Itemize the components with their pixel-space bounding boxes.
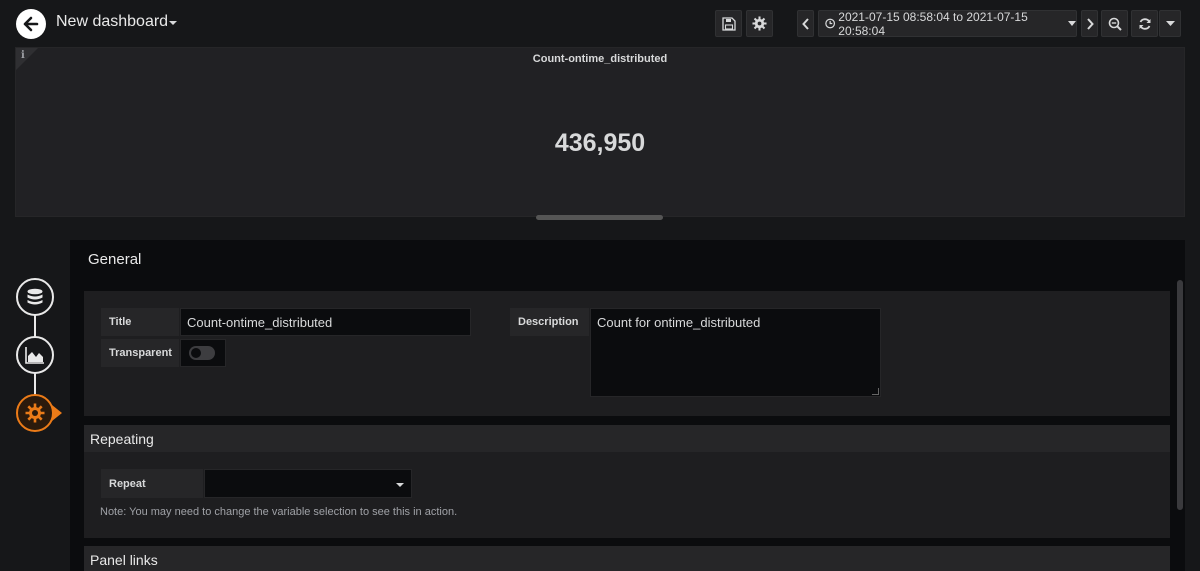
panel-title[interactable]: Count-ontime_distributed [16, 53, 1184, 65]
stat-panel: i Count-ontime_distributed 436,950 [15, 47, 1185, 217]
visualization-tab[interactable] [16, 336, 54, 374]
repeating-section-header[interactable]: Repeating [84, 425, 1170, 452]
top-navbar: New dashboard 2021-07-15 08:58:04 to 202… [0, 0, 1200, 47]
area-chart-icon [25, 347, 44, 364]
description-textarea[interactable]: Count for ontime_distributed [590, 308, 881, 397]
time-range-label: 2021-07-15 08:58:04 to 2021-07-15 20:58:… [838, 9, 1028, 38]
repeat-label: Repeat [101, 469, 203, 498]
title-label: Title [101, 308, 179, 336]
transparent-label: Transparent [101, 339, 179, 367]
refresh-icon [1139, 17, 1150, 30]
caret-down-icon[interactable] [169, 21, 177, 25]
resize-grip-icon[interactable] [872, 388, 879, 395]
scrollbar-thumb[interactable] [1177, 280, 1183, 510]
toggle-knob [191, 348, 201, 358]
queries-tab[interactable] [16, 278, 54, 316]
panel-links-section-header[interactable]: Panel links [84, 546, 1170, 571]
dashboard-title[interactable]: New dashboard [56, 13, 168, 31]
save-icon [721, 16, 736, 31]
dashboard-settings-button[interactable] [746, 10, 773, 37]
active-tab-arrow [52, 405, 62, 421]
description-label: Description [510, 308, 589, 336]
caret-down-icon [1068, 21, 1076, 26]
caret-down-icon [1165, 20, 1175, 26]
zoom-out-button[interactable] [1101, 10, 1128, 37]
description-text: Count for ontime_distributed [597, 315, 761, 330]
repeat-select[interactable] [204, 469, 412, 498]
zoom-out-icon [1108, 17, 1122, 31]
repeat-note: Note: You may need to change the variabl… [100, 506, 458, 518]
time-shift-forward-button[interactable] [1081, 10, 1098, 37]
back-arrow-icon[interactable] [16, 9, 46, 39]
repeating-heading: Repeating [90, 430, 154, 447]
title-input[interactable]: Count-ontime_distributed [180, 308, 471, 336]
time-range-picker[interactable]: 2021-07-15 08:58:04 to 2021-07-15 20:58:… [818, 9, 1077, 38]
transparent-toggle[interactable] [189, 346, 215, 360]
panel-resize-handle[interactable] [536, 215, 663, 220]
chevron-right-icon [1086, 17, 1094, 30]
general-tab[interactable] [16, 394, 54, 432]
settings-gear-icon [752, 16, 767, 31]
refresh-interval-dropdown[interactable] [1159, 10, 1181, 37]
time-shift-back-button[interactable] [797, 10, 814, 37]
general-heading: General [88, 251, 142, 268]
database-icon [27, 288, 43, 305]
stat-value: 436,950 [554, 129, 646, 157]
panel-links-heading: Panel links [90, 551, 158, 568]
clock-icon [825, 18, 836, 29]
caret-down-icon [396, 483, 404, 487]
save-dashboard-button[interactable] [715, 10, 742, 37]
chevron-left-icon [801, 17, 809, 30]
refresh-button[interactable] [1131, 10, 1158, 37]
general-settings-icon [25, 403, 45, 423]
